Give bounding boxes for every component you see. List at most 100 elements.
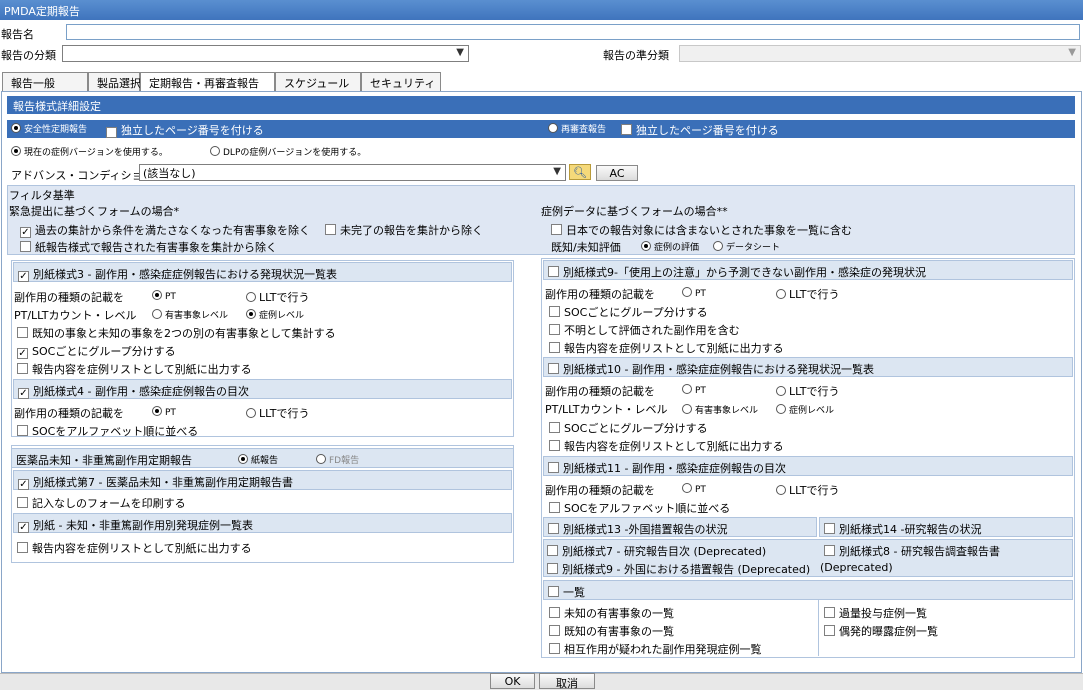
form9-llt-radio[interactable]: LLTで行う	[776, 286, 839, 302]
form13-title: 別紙様式13 -外国措置報告の状況	[563, 523, 728, 536]
list-section[interactable]: 一覧	[543, 580, 1073, 600]
form3-opt2-checkbox[interactable]: ✓ SOCごとにグループ分けする	[17, 343, 176, 359]
case-opt1-checkbox[interactable]: 日本での報告対象には含まないとされた事象を一覧に含む	[551, 222, 852, 238]
form11-opt1-checkbox[interactable]: SOCをアルファベット順に並べる	[549, 500, 730, 516]
list-opt3-checkbox[interactable]: 相互作用が疑われた副作用発現症例一覧	[549, 641, 761, 657]
checkbox-icon	[547, 545, 558, 556]
urgent-opt2-checkbox[interactable]: 未完了の報告を集計から除く	[325, 222, 483, 238]
radio-icon	[776, 404, 786, 414]
tab-general[interactable]: 報告一般	[2, 72, 88, 91]
list-opt1-checkbox[interactable]: 未知の有害事象の一覧	[549, 605, 674, 621]
tab-schedule[interactable]: スケジュール	[275, 72, 361, 91]
form3-case-level-radio[interactable]: 症例レベル	[246, 308, 304, 321]
case-opt1-label: 日本での報告対象には含まないとされた事象を一覧に含む	[566, 224, 852, 237]
known-case-eval-radio[interactable]: 症例の評価	[641, 240, 699, 253]
form4-section[interactable]: ✓ 別紙様式4 - 副作用・感染症症例報告の目次	[13, 379, 512, 399]
known-datasheet-radio[interactable]: データシート	[713, 240, 780, 253]
radio-icon	[11, 123, 21, 133]
form7r-checkbox[interactable]: 別紙様式7 - 研究報告目次 (Deprecated)	[547, 543, 766, 559]
filter-title: フィルタ基準	[9, 189, 75, 202]
tab-product[interactable]: 製品選択	[88, 72, 141, 91]
form11-section[interactable]: 別紙様式11 - 副作用・感染症症例報告の目次	[543, 456, 1073, 476]
attachment-section[interactable]: ✓ 別紙 - 未知・非重篤副作用別発現症例一覧表	[13, 513, 512, 533]
attachment-opt1-checkbox[interactable]: 報告内容を症例リストとして別紙に出力する	[17, 540, 252, 556]
form9-opt2-checkbox[interactable]: 不明として評価された副作用を含む	[549, 322, 740, 338]
known-case-eval-label: 症例の評価	[654, 243, 700, 253]
drug-paper-label: 紙報告	[251, 456, 279, 466]
subcategory-select[interactable]: ▼	[679, 45, 1081, 62]
form11-pt-radio[interactable]: PT	[682, 482, 706, 495]
radio-icon	[682, 384, 692, 394]
form3-pt-radio[interactable]: PT	[152, 289, 176, 302]
urgent-opt3-checkbox[interactable]: 紙報告様式で報告された有害事象を集計から除く	[20, 239, 277, 255]
form9-pt-label: PT	[695, 289, 706, 299]
checkbox-icon	[549, 342, 560, 353]
reexam-page-number-checkbox[interactable]: 独立したページ番号を付ける	[621, 122, 779, 138]
form7-opt1-checkbox[interactable]: 記入なしのフォームを印刷する	[17, 495, 186, 511]
form10-opt2-checkbox[interactable]: 報告内容を症例リストとして別紙に出力する	[549, 438, 784, 454]
cancel-button[interactable]: 取消	[539, 673, 595, 690]
radio-icon	[152, 309, 162, 319]
tab-security[interactable]: セキュリティ	[361, 72, 441, 91]
form4-pt-radio[interactable]: PT	[152, 405, 176, 418]
checkbox-icon	[17, 497, 28, 508]
form10-opt1-checkbox[interactable]: SOCごとにグループ分けする	[549, 420, 708, 436]
search-button[interactable]: 🔍︎	[569, 164, 591, 180]
chevron-down-icon: ▼	[456, 47, 464, 58]
report-name-label: 報告名	[1, 28, 34, 41]
form10-llt-label: LLTで行う	[789, 385, 840, 398]
category-select[interactable]: ▼	[62, 45, 469, 62]
checkbox-icon	[17, 363, 28, 374]
form9-pt-radio[interactable]: PT	[682, 286, 706, 299]
form7r-title: 別紙様式7 - 研究報告目次 (Deprecated)	[562, 545, 767, 558]
current-version-radio[interactable]: 現在の症例バージョンを使用する。	[11, 145, 168, 158]
form3-opt1-checkbox[interactable]: 既知の事象と未知の事象を2つの別の有害事象として集計する	[17, 325, 336, 341]
form10-case-level-radio[interactable]: 症例レベル	[776, 403, 834, 416]
safety-page-number-checkbox[interactable]: ✓ 独立したページ番号を付ける	[106, 122, 264, 138]
panel-title: 報告様式詳細設定	[7, 96, 1075, 114]
form4-llt-radio[interactable]: LLTで行う	[246, 405, 309, 421]
form9r-checkbox[interactable]: 別紙様式9 - 外国における措置報告 (Deprecated)	[547, 561, 810, 577]
form9-title: 別紙様式9-「使用上の注意」から予測できない副作用・感染症の発現状況	[563, 266, 926, 279]
case-form-title: 症例データに基づくフォームの場合**	[541, 205, 728, 218]
radio-icon	[152, 290, 162, 300]
list-opt5-checkbox[interactable]: 偶発的曝露症例一覧	[824, 623, 938, 639]
form10-count-label: PT/LLTカウント・レベル	[545, 403, 668, 416]
form3-section[interactable]: ✓ 別紙様式3 - 副作用・感染症症例報告における発現状況一覧表	[13, 262, 512, 282]
form9-section[interactable]: 別紙様式9-「使用上の注意」から予測できない副作用・感染症の発現状況	[543, 260, 1073, 280]
drug-fd-radio[interactable]: FD報告	[316, 453, 359, 466]
form10-event-level-radio[interactable]: 有害事象レベル	[682, 403, 758, 416]
form8-checkbox[interactable]: 別紙様式8 - 研究報告調査報告書	[824, 543, 1000, 559]
form10-event-level-label: 有害事象レベル	[695, 406, 759, 416]
reexam-radio[interactable]: 再審査報告	[548, 122, 606, 135]
tab-periodic[interactable]: 定期報告・再審査報告	[140, 72, 275, 92]
form11-llt-radio[interactable]: LLTで行う	[776, 482, 839, 498]
advanced-condition-select[interactable]: (該当なし) ▼	[139, 164, 566, 181]
form9-opt1-checkbox[interactable]: SOCごとにグループ分けする	[549, 304, 708, 320]
form10-pt-radio[interactable]: PT	[682, 383, 706, 396]
form7-section[interactable]: ✓ 別紙様式第7 - 医薬品未知・非重篤副作用定期報告書	[13, 470, 512, 490]
ac-button[interactable]: AC	[596, 165, 638, 181]
dlp-version-radio[interactable]: DLPの症例バージョンを使用する。	[210, 145, 366, 158]
list-opt2-checkbox[interactable]: 既知の有害事象の一覧	[549, 623, 674, 639]
safety-radio[interactable]: 安全性定期報告	[11, 122, 87, 135]
form3-opt3-checkbox[interactable]: 報告内容を症例リストとして別紙に出力する	[17, 361, 252, 377]
checkbox-icon	[549, 440, 560, 451]
form3-llt-radio[interactable]: LLTで行う	[246, 289, 309, 305]
drug-paper-radio[interactable]: 紙報告	[238, 453, 278, 466]
form4-opt1-checkbox[interactable]: SOCをアルファベット順に並べる	[17, 423, 198, 439]
report-name-input[interactable]	[66, 24, 1080, 40]
form9-llt-label: LLTで行う	[789, 288, 840, 301]
form10-llt-radio[interactable]: LLTで行う	[776, 383, 839, 399]
form14-section[interactable]: 別紙様式14 -研究報告の状況	[819, 517, 1073, 537]
list-opt4-checkbox[interactable]: 過量投与症例一覧	[824, 605, 927, 621]
urgent-opt1-checkbox[interactable]: ✓ 過去の集計から条件を満たさなくなった有害事象を除く	[20, 222, 310, 238]
form9-opt3-checkbox[interactable]: 報告内容を症例リストとして別紙に出力する	[549, 340, 784, 356]
form10-section[interactable]: 別紙様式10 - 副作用・感染症症例報告における発現状況一覧表	[543, 357, 1073, 377]
list-opt5-label: 偶発的曝露症例一覧	[839, 625, 938, 638]
form13-section[interactable]: 別紙様式13 -外国措置報告の状況	[543, 517, 817, 537]
drug-report-title: 医薬品未知・非重篤副作用定期報告	[16, 454, 192, 467]
form3-event-level-radio[interactable]: 有害事象レベル	[152, 308, 228, 321]
ok-button[interactable]: OK	[490, 673, 535, 689]
urgent-opt3-label: 紙報告様式で報告された有害事象を集計から除く	[35, 241, 277, 254]
